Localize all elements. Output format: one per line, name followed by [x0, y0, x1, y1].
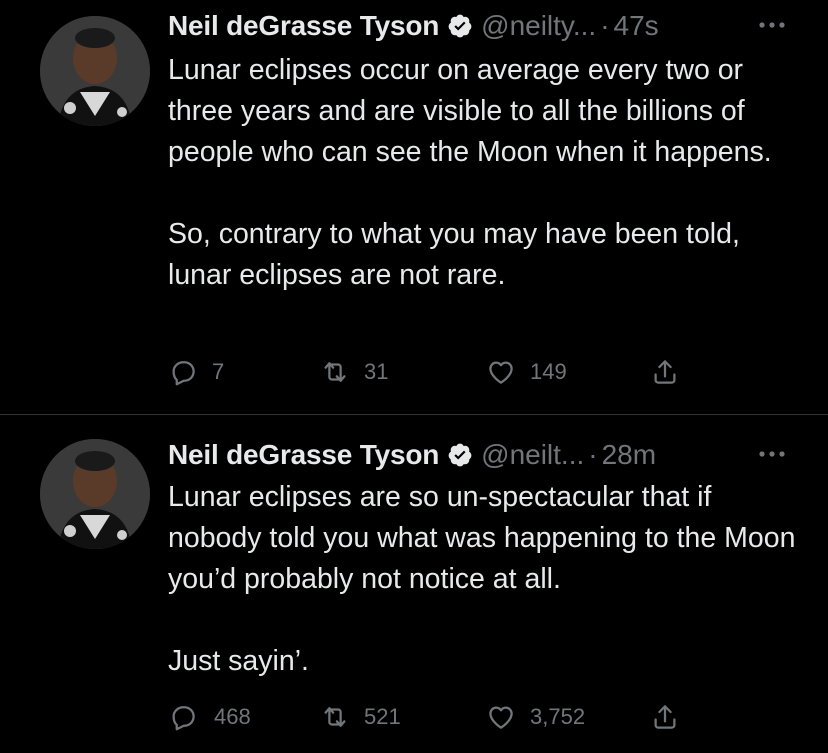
avatar[interactable] [40, 16, 150, 126]
reply-count: 468 [214, 704, 251, 729]
share-button[interactable] [650, 352, 680, 392]
tweet-timestamp[interactable]: 28m [602, 439, 656, 471]
like-button[interactable]: 3,752 [486, 697, 585, 737]
heart-icon [489, 706, 513, 729]
separator-dot: · [600, 10, 610, 41]
retweet-count: 31 [364, 359, 389, 384]
separator-dot: · [588, 439, 598, 470]
author-handle[interactable]: @neilty... [481, 10, 596, 42]
avatar[interactable] [40, 439, 150, 549]
tweet[interactable]: Neil deGrasse Tyson @neilty... · 47s Lun… [0, 0, 828, 414]
verified-badge-icon [447, 442, 473, 468]
like-button[interactable]: 149 [486, 352, 567, 392]
reply-button[interactable]: 468 [168, 697, 251, 737]
reply-button[interactable]: 7 [168, 352, 224, 392]
reply-icon [172, 361, 195, 386]
retweet-button[interactable]: 521 [320, 697, 401, 737]
tweet-header: Neil deGrasse Tyson @neilt... · 28m [168, 433, 792, 477]
share-button[interactable] [650, 697, 680, 737]
tweet-actions: 7 31 149 [168, 352, 688, 392]
tweet-actions: 468 521 3,752 [168, 697, 688, 737]
tweet-text: Lunar eclipses are so un-spectacular tha… [168, 477, 808, 682]
tweet[interactable]: Neil deGrasse Tyson @neilt... · 28m Luna… [0, 415, 828, 753]
tweet-paragraph: Lunar eclipses are so un-spectacular tha… [168, 481, 796, 595]
like-count: 3,752 [530, 704, 586, 729]
more-icon[interactable] [752, 10, 792, 40]
share-icon [654, 360, 676, 384]
author-handle[interactable]: @neilt... [481, 439, 584, 471]
tweet-header: Neil deGrasse Tyson @neilty... · 47s [168, 4, 792, 48]
retweet-button[interactable]: 31 [320, 352, 388, 392]
tweet-text: Lunar eclipses occur on average every tw… [168, 50, 808, 296]
avatar-photo [40, 439, 150, 549]
tweet-paragraph: Just sayin’. [168, 645, 309, 677]
reply-count: 7 [212, 359, 225, 384]
retweet-icon [324, 707, 346, 727]
retweet-count: 521 [364, 704, 401, 729]
tweet-paragraph: Lunar eclipses occur on average every tw… [168, 54, 772, 168]
more-icon[interactable] [752, 439, 792, 469]
tweet-paragraph: So, contrary to what you may have been t… [168, 218, 740, 291]
author-name[interactable]: Neil deGrasse Tyson [168, 10, 439, 42]
author-name[interactable]: Neil deGrasse Tyson [168, 439, 439, 471]
reply-icon [172, 706, 195, 731]
verified-badge-icon [447, 13, 473, 39]
share-icon [654, 705, 676, 729]
retweet-icon [324, 362, 346, 382]
timeline: Neil deGrasse Tyson @neilty... · 47s Lun… [0, 0, 828, 753]
like-count: 149 [530, 359, 567, 384]
tweet-timestamp[interactable]: 47s [614, 10, 659, 42]
avatar-photo [40, 16, 150, 126]
heart-icon [489, 361, 513, 384]
